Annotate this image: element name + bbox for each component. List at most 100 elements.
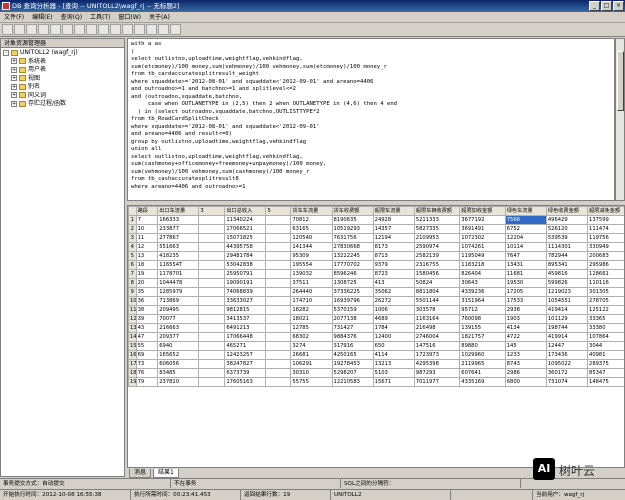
- table-cell[interactable]: 4689: [372, 314, 415, 324]
- table-cell[interactable]: 11: [135, 233, 159, 243]
- table-cell[interactable]: 2582139: [413, 251, 461, 261]
- cut-icon[interactable]: [50, 24, 61, 35]
- scrollbar-thumb[interactable]: [617, 51, 624, 111]
- table-cell[interactable]: 39: [135, 314, 159, 324]
- column-header[interactable]: 超限加收金额: [459, 206, 506, 216]
- table-cell[interactable]: 1183218: [459, 260, 506, 270]
- table-cell[interactable]: 330949: [587, 242, 624, 252]
- table-cell[interactable]: 1580456: [413, 269, 461, 279]
- table-cell[interactable]: 11340224: [224, 215, 267, 225]
- table-cell[interactable]: 419914: [545, 332, 589, 342]
- table-cell[interactable]: 4295398: [413, 359, 461, 369]
- table-cell[interactable]: [265, 341, 292, 351]
- table-cell[interactable]: 3677192: [459, 215, 506, 225]
- table-cell[interactable]: 3151964: [459, 296, 506, 306]
- table-cell[interactable]: 606056: [157, 359, 200, 369]
- table-cell[interactable]: 5298207: [331, 368, 374, 378]
- tree-item-2[interactable]: + 视图: [3, 75, 122, 84]
- table-cell[interactable]: 13431: [504, 260, 547, 270]
- table-cell[interactable]: 6940: [157, 341, 200, 351]
- table-cell[interactable]: 200683: [587, 251, 624, 261]
- table-cell[interactable]: 5211333: [413, 215, 461, 225]
- table-cell[interactable]: 13213: [372, 359, 415, 369]
- table-row[interactable]: 4 12 551663 44395758 141344 27830668 8173 25909…: [128, 242, 624, 252]
- table-cell[interactable]: 7011977: [413, 377, 461, 387]
- table-cell[interactable]: 9379: [372, 260, 415, 270]
- table-cell[interactable]: 70812: [290, 215, 333, 225]
- copy-icon[interactable]: [62, 24, 73, 35]
- table-cell[interactable]: 3044: [587, 341, 624, 351]
- table-cell[interactable]: [265, 332, 292, 342]
- table-cell[interactable]: [198, 215, 226, 225]
- table-cell[interactable]: 6752: [504, 224, 547, 234]
- table-cell[interactable]: 1821757: [459, 332, 506, 342]
- open-icon[interactable]: [14, 24, 25, 35]
- table-cell[interactable]: 1219023: [545, 287, 589, 297]
- table-cell[interactable]: 607641: [459, 368, 506, 378]
- table-row[interactable]: 3 11 277867 15071825 120540 7631756 12194 21099…: [128, 233, 624, 243]
- table-cell[interactable]: [198, 233, 226, 243]
- table-cell[interactable]: 137599: [587, 215, 624, 225]
- table-cell[interactable]: 2109953: [413, 233, 461, 243]
- table-cell[interactable]: 83485: [157, 368, 200, 378]
- table-cell[interactable]: 116554T: [157, 260, 200, 270]
- table-cell[interactable]: 1308725: [331, 278, 374, 288]
- table-cell[interactable]: [198, 269, 226, 279]
- table-cell[interactable]: [265, 359, 292, 369]
- column-header[interactable]: 超限车流量: [372, 206, 415, 216]
- table-cell[interactable]: 4722: [504, 332, 547, 342]
- table-cell[interactable]: 526120: [545, 224, 589, 234]
- table-cell[interactable]: 10: [135, 224, 159, 234]
- table-cell[interactable]: 301305: [587, 287, 624, 297]
- table-cell[interactable]: 1723973: [413, 350, 461, 360]
- table-cell[interactable]: 73: [135, 359, 159, 369]
- table-cell[interactable]: 2119965: [459, 359, 506, 369]
- expand-icon[interactable]: +: [11, 100, 17, 107]
- table-cell[interactable]: 2590974: [413, 242, 461, 252]
- table-cell[interactable]: [265, 278, 292, 288]
- new-icon[interactable]: [2, 24, 13, 35]
- table-row[interactable]: 14 47 209377 17066448 68302 9884376 12400 27460…: [128, 332, 624, 342]
- table-cell[interactable]: 17533: [504, 296, 547, 306]
- table-cell[interactable]: 1285979: [157, 287, 200, 297]
- table-row[interactable]: 1 7 166333 11340224 70812 8190635 24928 5211333…: [128, 215, 624, 225]
- table-cell[interactable]: 55: [135, 341, 159, 351]
- table-cell[interactable]: 713869: [157, 296, 200, 306]
- table-cell[interactable]: 8190635: [331, 215, 374, 225]
- table-row[interactable]: 10 36 713869 33633027 174710 16939796 26272 550…: [128, 296, 624, 306]
- table-cell[interactable]: 7: [135, 215, 159, 225]
- tree-item-4[interactable]: + 同义词: [3, 92, 122, 101]
- table-cell[interactable]: [198, 350, 226, 360]
- sql-editor[interactable]: with a as(select outlistno,uploadtime,we…: [127, 38, 615, 201]
- table-cell[interactable]: 119756: [587, 233, 624, 243]
- column-header[interactable]: 绿色收费金额: [545, 206, 589, 216]
- table-cell[interactable]: 74068839: [224, 287, 267, 297]
- table-cell[interactable]: 30310: [290, 368, 333, 378]
- table-cell[interactable]: 15071825: [224, 233, 267, 243]
- table-cell[interactable]: 89880: [459, 341, 506, 351]
- table-cell[interactable]: [198, 377, 226, 387]
- table-cell[interactable]: 26272: [372, 296, 415, 306]
- table-cell[interactable]: 33365: [587, 314, 624, 324]
- column-header[interactable]: 超限减免金额: [587, 206, 624, 216]
- table-cell[interactable]: 30643: [459, 278, 506, 288]
- table-cell[interactable]: [198, 278, 226, 288]
- menu-item-2[interactable]: 查询(Q): [57, 12, 86, 23]
- stop-icon[interactable]: [122, 24, 133, 35]
- table-cell[interactable]: 14357: [372, 224, 415, 234]
- find-icon[interactable]: [98, 24, 109, 35]
- table-cell[interactable]: 3413537: [224, 314, 267, 324]
- table-cell[interactable]: 987293: [413, 368, 461, 378]
- table-cell[interactable]: 25950791: [224, 269, 267, 279]
- table-cell[interactable]: 37511: [290, 278, 333, 288]
- table-cell[interactable]: [265, 296, 292, 306]
- table-cell[interactable]: 198744: [545, 323, 589, 333]
- table-cell[interactable]: 165652: [157, 350, 200, 360]
- table-cell[interactable]: [198, 332, 226, 342]
- table-cell[interactable]: 38247827: [224, 359, 267, 369]
- table-cell[interactable]: 419414: [545, 305, 589, 315]
- table-cell[interactable]: 2746004: [413, 332, 461, 342]
- table-cell[interactable]: 295986: [587, 260, 624, 270]
- table-cell[interactable]: 360172: [545, 368, 589, 378]
- table-cell[interactable]: [198, 251, 226, 261]
